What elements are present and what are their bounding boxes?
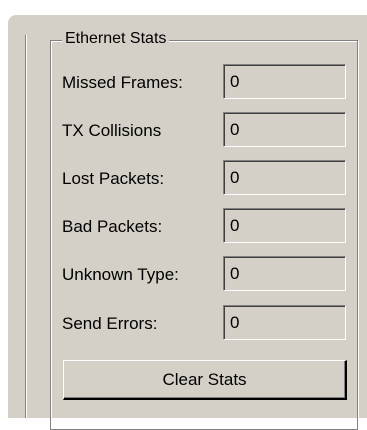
panel-divider bbox=[25, 35, 27, 418]
clear-stats-button[interactable]: Clear Stats bbox=[63, 360, 347, 400]
send-errors-label: Send Errors: bbox=[62, 314, 158, 333]
missed-frames-label: Missed Frames: bbox=[62, 73, 183, 92]
unknown-type-field: 0 bbox=[223, 256, 346, 291]
bad-packets-label: Bad Packets: bbox=[62, 217, 163, 236]
groupbox-title: Ethernet Stats bbox=[62, 28, 170, 50]
send-errors-field: 0 bbox=[223, 305, 346, 340]
missed-frames-field: 0 bbox=[223, 64, 346, 99]
unknown-type-label: Unknown Type: bbox=[62, 265, 179, 284]
tx-collisions-label: TX Collisions bbox=[62, 121, 162, 140]
bad-packets-field: 0 bbox=[223, 208, 346, 243]
lost-packets-label: Lost Packets: bbox=[62, 169, 165, 188]
lost-packets-field: 0 bbox=[223, 160, 346, 195]
tx-collisions-field: 0 bbox=[223, 112, 346, 147]
